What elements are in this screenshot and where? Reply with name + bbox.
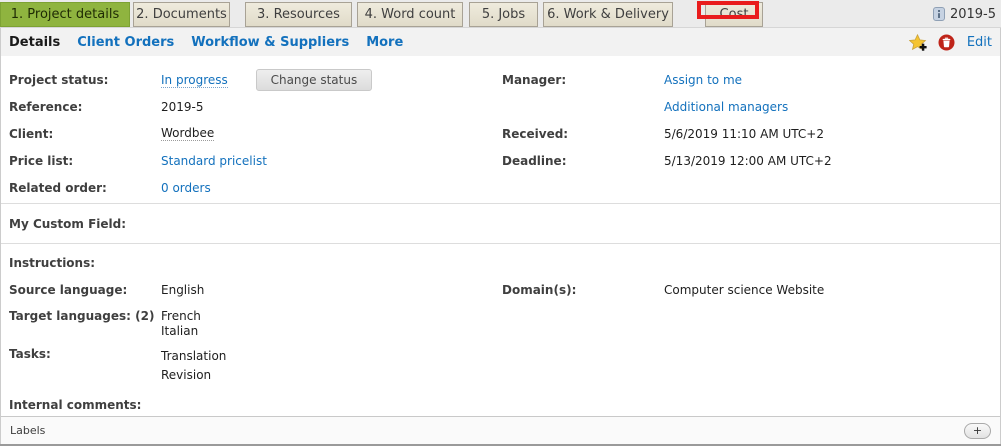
received-value: 5/6/2019 11:10 AM UTC+2 (664, 127, 824, 141)
labels-title: Labels (10, 424, 45, 437)
subtab-more[interactable]: More (366, 35, 403, 50)
manager-label: Manager: (502, 73, 664, 87)
section-general: Project status: In progress Change statu… (1, 56, 1000, 204)
domains-value: Computer science Website (664, 283, 824, 297)
body-wrap: Details Client Orders Workflow & Supplie… (0, 28, 1001, 444)
section-general-right: Manager: Assign to me Additional manager… (502, 66, 996, 174)
subtab-actions: Edit (909, 33, 992, 51)
field-row-domains: Domain(s): Computer science Website (502, 276, 996, 303)
subtab-client-orders[interactable]: Client Orders (77, 35, 174, 50)
deadline-value: 5/13/2019 12:00 AM UTC+2 (664, 154, 832, 168)
field-row-received: Received: 5/6/2019 11:10 AM UTC+2 (502, 120, 996, 147)
field-row-tasks: Tasks: Translation Revision (1, 343, 1000, 389)
info-icon (933, 7, 945, 21)
domains-label: Domain(s): (502, 283, 664, 297)
tab-project-details[interactable]: 1. Project details (0, 2, 130, 27)
source-language-value: English (161, 283, 204, 297)
tab-cost[interactable]: Cost (705, 2, 763, 27)
project-reference: 2019-5 (950, 7, 996, 22)
subtab-workflow-suppliers[interactable]: Workflow & Suppliers (191, 35, 349, 50)
project-window: 1. Project details 2. Documents 3. Resou… (0, 0, 1001, 446)
target-language-value: Italian (161, 324, 201, 339)
task-value: Translation (161, 347, 226, 366)
target-languages-label: Target languages: (2) (1, 309, 161, 324)
project-details-panel: Project status: In progress Change statu… (1, 56, 1000, 418)
custom-field-label: My Custom Field: (1, 217, 126, 231)
section-languages: Instructions: Source language: English T… (1, 244, 1000, 418)
received-label: Received: (502, 127, 664, 141)
delete-icon[interactable] (938, 33, 956, 51)
task-value: Revision (161, 366, 226, 385)
field-row-internal-comments: Internal comments: (1, 391, 1000, 418)
favorite-add-icon[interactable] (909, 33, 927, 51)
internal-comments-label: Internal comments: (1, 398, 161, 412)
change-status-button[interactable]: Change status (256, 69, 373, 91)
price-list-link[interactable]: Standard pricelist (161, 154, 267, 168)
field-row-instructions: Instructions: (1, 249, 1000, 276)
assign-to-me-link[interactable]: Assign to me (664, 73, 742, 87)
reference-label: Reference: (1, 100, 161, 114)
field-row-manager: Manager: Assign to me (502, 66, 996, 93)
additional-managers-link[interactable]: Additional managers (664, 100, 788, 114)
project-status-label: Project status: (1, 73, 161, 87)
sub-tab-bar: Details Client Orders Workflow & Supplie… (1, 28, 1000, 56)
tab-work-delivery[interactable]: 6. Work & Delivery (543, 2, 673, 27)
field-row-related-order: Related order: 0 orders (1, 174, 1000, 201)
instructions-label: Instructions: (1, 256, 161, 270)
section-languages-right: Domain(s): Computer science Website (502, 276, 996, 303)
tasks-label: Tasks: (1, 347, 161, 362)
tab-resources[interactable]: 3. Resources (245, 2, 352, 27)
labels-bar: Labels + (1, 416, 1000, 444)
field-row-target-languages: Target languages: (2) French Italian (1, 303, 1000, 343)
related-order-label: Related order: (1, 181, 161, 195)
tab-documents[interactable]: 2. Documents (133, 2, 230, 27)
field-row-additional-managers: Additional managers (502, 93, 996, 120)
reference-value: 2019-5 (161, 100, 204, 114)
source-language-label: Source language: (1, 283, 161, 297)
deadline-label: Deadline: (502, 154, 664, 168)
client-label: Client: (1, 127, 161, 141)
subtab-details[interactable]: Details (9, 35, 60, 50)
field-row-deadline: Deadline: 5/13/2019 12:00 AM UTC+2 (502, 147, 996, 174)
project-status-link[interactable]: In progress (161, 73, 228, 88)
related-order-link[interactable]: 0 orders (161, 181, 211, 195)
target-language-value: French (161, 309, 201, 324)
tab-jobs[interactable]: 5. Jobs (469, 2, 538, 27)
client-value[interactable]: Wordbee (161, 126, 214, 141)
project-reference-group: 2019-5 (933, 0, 1001, 28)
price-list-label: Price list: (1, 154, 161, 168)
main-tab-bar: 1. Project details 2. Documents 3. Resou… (0, 0, 1001, 28)
add-label-button[interactable]: + (964, 423, 991, 439)
tab-word-count[interactable]: 4. Word count (357, 2, 463, 27)
edit-link[interactable]: Edit (967, 35, 992, 50)
section-custom-fields: My Custom Field: (1, 204, 1000, 244)
